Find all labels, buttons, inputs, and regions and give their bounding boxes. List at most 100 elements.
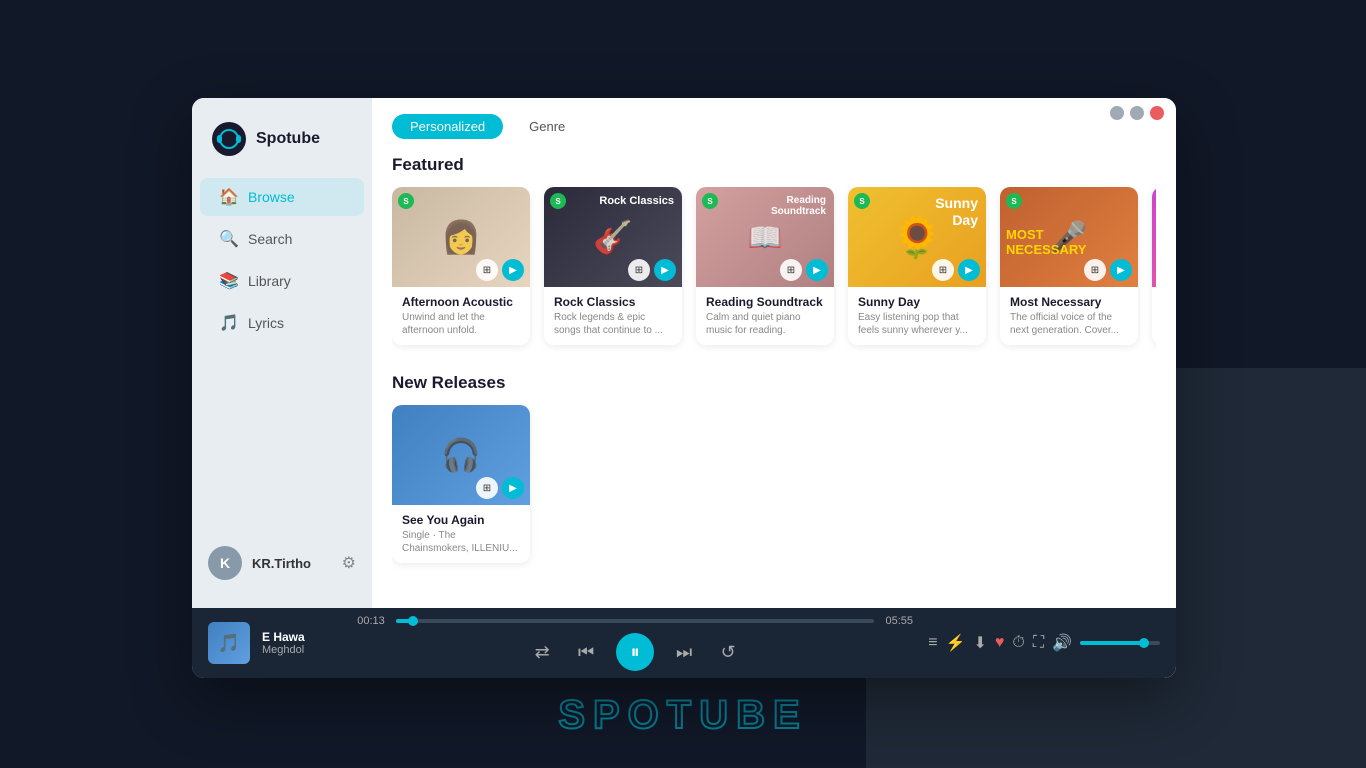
featured-section-title: Featured — [392, 155, 1156, 175]
card-overlay-necessary: ⊞ ▶ — [1084, 259, 1132, 281]
play-icon-rock[interactable]: ▶ — [654, 259, 676, 281]
filter-icon[interactable]: ⚡ — [946, 633, 966, 653]
card-image-afternoon: 👩 S ⊞ ▶ — [392, 187, 530, 287]
card-title-rock: Rock Classics — [554, 295, 672, 309]
play-icon-afternoon[interactable]: ▶ — [502, 259, 524, 281]
tabs-row: Personalized Genre — [392, 114, 1156, 139]
card-info-rock: Rock Classics Rock legends & epic songs … — [544, 287, 682, 345]
time-current: 00:13 — [354, 615, 388, 627]
card-overlay-reading: ⊞ ▶ — [780, 259, 828, 281]
spotify-badge-rock: S — [550, 193, 566, 209]
spotify-badge-necessary: S — [1006, 193, 1022, 209]
main-layout: Spotube 🏠 Browse 🔍 Search 📚 Library 🎵 Ly… — [192, 98, 1176, 678]
lyrics-icon: 🎵 — [220, 314, 238, 332]
shuffle-button[interactable]: ⇄ — [528, 638, 556, 666]
card-title-necessary: Most Necessary — [1010, 295, 1128, 309]
card-sunny-day[interactable]: 🌻 S SunnyDay ⊞ ▶ Sunny Day Easy listenin… — [848, 187, 986, 345]
card-soul-revived[interactable]: . S SoulRevived ⊞ ▶ Soul Revived Revive … — [1152, 187, 1156, 345]
play-icon-reading[interactable]: ▶ — [806, 259, 828, 281]
new-releases-cards-row: 🎧 ⊞ ▶ See You Again Single · The Chainsm… — [392, 405, 1156, 571]
tab-genre[interactable]: Genre — [511, 114, 583, 139]
card-reading-soundtrack[interactable]: 📖 S ReadingSoundtrack ⊞ ▶ Reading Soundt… — [696, 187, 834, 345]
play-pause-button[interactable]: ⏸ — [616, 633, 654, 671]
spotify-badge-sunny: S — [854, 193, 870, 209]
lyrics-label: Lyrics — [248, 315, 284, 331]
add-icon-afternoon[interactable]: ⊞ — [476, 259, 498, 281]
progress-bar[interactable] — [396, 619, 874, 623]
card-desc-seeyou: Single · The Chainsmokers, ILLENIU... — [402, 529, 520, 555]
close-button[interactable] — [1150, 106, 1164, 120]
card-desc-necessary: The official voice of the next generatio… — [1010, 311, 1128, 337]
play-icon-sunny[interactable]: ▶ — [958, 259, 980, 281]
sidebar-item-library[interactable]: 📚 Library — [200, 262, 364, 300]
sidebar: Spotube 🏠 Browse 🔍 Search 📚 Library 🎵 Ly… — [192, 98, 372, 608]
player-center: 00:13 05:55 ⇄ ⏮ ⏸ ⏭ ↺ — [354, 615, 916, 671]
card-title-seeyou: See You Again — [402, 513, 520, 527]
card-desc-reading: Calm and quiet piano music for reading. — [706, 311, 824, 337]
card-info-necessary: Most Necessary The official voice of the… — [1000, 287, 1138, 345]
add-icon-seeyou[interactable]: ⊞ — [476, 477, 498, 499]
screen-icon[interactable]: ⛶ — [1033, 634, 1044, 652]
card-desc-sunny: Easy listening pop that feels sunny wher… — [858, 311, 976, 337]
rock-title-overlay: Rock Classics — [599, 195, 674, 207]
spotify-badge-reading: S — [702, 193, 718, 209]
sidebar-item-search[interactable]: 🔍 Search — [200, 220, 364, 258]
card-afternoon-acoustic[interactable]: 👩 S ⊞ ▶ Afternoon Acoustic Unwind and le… — [392, 187, 530, 345]
volume-fill — [1080, 641, 1144, 645]
maximize-button[interactable] — [1130, 106, 1144, 120]
tab-personalized[interactable]: Personalized — [392, 114, 503, 139]
card-most-necessary[interactable]: 🎤 S MOSTNECESSARY ⊞ ▶ Most Necessary The… — [1000, 187, 1138, 345]
sidebar-item-lyrics[interactable]: 🎵 Lyrics — [200, 304, 364, 342]
now-playing-info: E Hawa Meghdol — [262, 630, 342, 656]
card-overlay-afternoon: ⊞ ▶ — [476, 259, 524, 281]
sidebar-footer: K KR.Tirtho ⚙ — [192, 534, 372, 592]
new-releases-section-title: New Releases — [392, 373, 1156, 393]
player-bar: 🎵 E Hawa Meghdol 00:13 05:55 ⇄ ⏮ ⏸ ⏭ ↺ — [192, 608, 1176, 678]
card-info-reading: Reading Soundtrack Calm and quiet piano … — [696, 287, 834, 345]
user-avatar: K — [208, 546, 242, 580]
card-image-seeyou: 🎧 ⊞ ▶ — [392, 405, 530, 505]
progress-row: 00:13 05:55 — [354, 615, 916, 627]
card-desc-rock: Rock legends & epic songs that continue … — [554, 311, 672, 337]
sidebar-item-browse[interactable]: 🏠 Browse — [200, 178, 364, 216]
card-desc-afternoon: Unwind and let the afternoon unfold. — [402, 311, 520, 337]
card-info-afternoon: Afternoon Acoustic Unwind and let the af… — [392, 287, 530, 345]
card-rock-classics[interactable]: 🎸 S Rock Classics ⊞ ▶ Rock Classics Rock… — [544, 187, 682, 345]
username: KR.Tirtho — [252, 556, 332, 571]
add-icon-reading[interactable]: ⊞ — [780, 259, 802, 281]
play-icon-seeyou[interactable]: ▶ — [502, 477, 524, 499]
library-icon: 📚 — [220, 272, 238, 290]
volume-icon[interactable]: 🔊 — [1052, 633, 1072, 653]
app-window: Spotube 🏠 Browse 🔍 Search 📚 Library 🎵 Ly… — [192, 98, 1176, 678]
minimize-button[interactable] — [1110, 106, 1124, 120]
next-button[interactable]: ⏭ — [670, 638, 698, 666]
card-overlay-sunny: ⊞ ▶ — [932, 259, 980, 281]
headphone-icon — [219, 129, 239, 149]
add-icon-necessary[interactable]: ⊞ — [1084, 259, 1106, 281]
card-image-sunny: 🌻 S SunnyDay ⊞ ▶ — [848, 187, 986, 287]
reading-title-overlay: ReadingSoundtrack — [771, 195, 826, 217]
favorite-icon[interactable]: ♥ — [995, 634, 1005, 652]
card-title-afternoon: Afternoon Acoustic — [402, 295, 520, 309]
volume-bar[interactable] — [1080, 641, 1160, 645]
browse-icon: 🏠 — [220, 188, 238, 206]
main-content: Personalized Genre Featured 👩 S ⊞ ▶ — [372, 98, 1176, 678]
card-image-soul: . S SoulRevived ⊞ ▶ — [1152, 187, 1156, 287]
avatar-initial: K — [220, 555, 230, 571]
card-see-you-again[interactable]: 🎧 ⊞ ▶ See You Again Single · The Chainsm… — [392, 405, 530, 563]
now-playing-artist: Meghdol — [262, 644, 342, 656]
play-icon-necessary[interactable]: ▶ — [1110, 259, 1132, 281]
add-icon-sunny[interactable]: ⊞ — [932, 259, 954, 281]
add-icon-rock[interactable]: ⊞ — [628, 259, 650, 281]
browse-label: Browse — [248, 189, 295, 205]
download-icon[interactable]: ⬇ — [973, 633, 986, 653]
card-image-rock: 🎸 S Rock Classics ⊞ ▶ — [544, 187, 682, 287]
card-image-necessary: 🎤 S MOSTNECESSARY ⊞ ▶ — [1000, 187, 1138, 287]
repeat-button[interactable]: ↺ — [714, 638, 742, 666]
settings-icon[interactable]: ⚙ — [342, 553, 356, 573]
library-label: Library — [248, 273, 291, 289]
queue-icon[interactable]: ≡ — [928, 634, 937, 652]
clock-icon[interactable]: ⏱ — [1012, 634, 1024, 652]
search-icon: 🔍 — [220, 230, 238, 248]
prev-button[interactable]: ⏮ — [572, 638, 600, 666]
